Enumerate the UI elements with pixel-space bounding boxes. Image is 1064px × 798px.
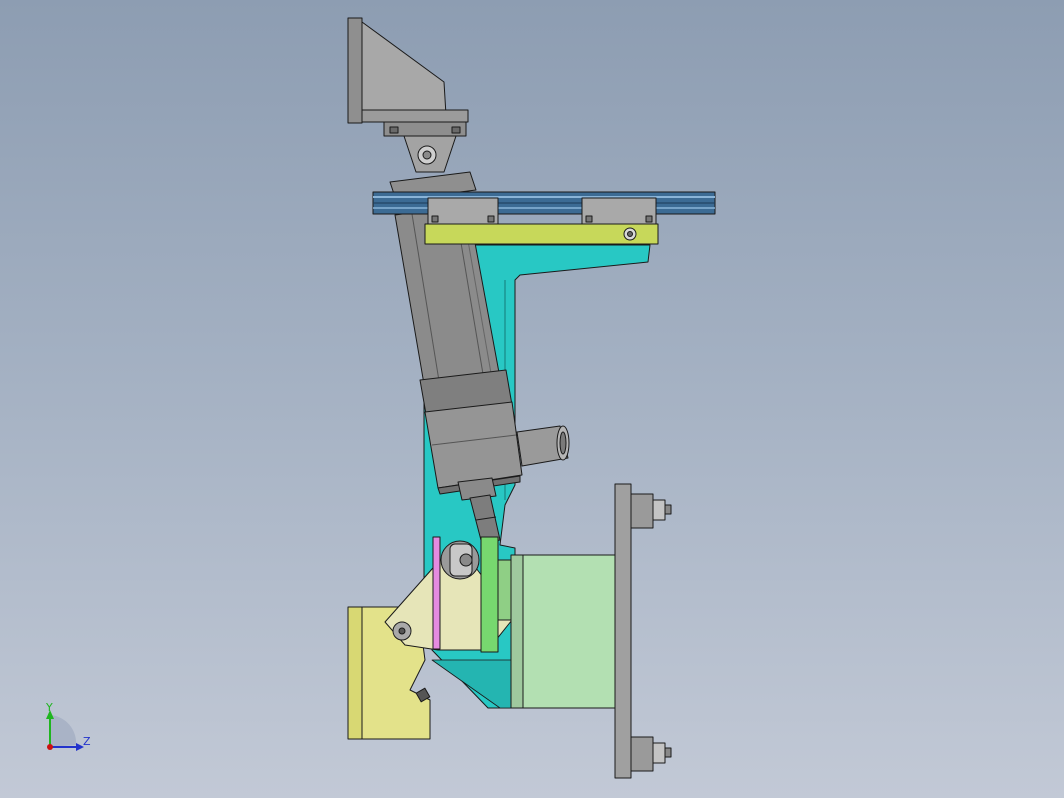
coordinate-triad: Y Z (45, 701, 91, 751)
linear-guide-rail (372, 191, 716, 215)
axis-label-z: Z (83, 735, 91, 748)
rail-carriage-right (581, 197, 657, 225)
cad-viewport[interactable]: Y Z (0, 0, 1064, 798)
pink-pad (432, 536, 441, 650)
leveling-foot-bottom (630, 736, 672, 772)
leveling-foot-top (630, 493, 672, 529)
axis-label-y: Y (45, 701, 53, 714)
assembly-drawing: Y Z (45, 17, 716, 779)
roller-wheel (440, 540, 480, 580)
motor-side-connector (516, 425, 570, 467)
yellow-green-plate (424, 223, 659, 245)
vertical-mount-plate (614, 483, 632, 779)
top-mount-bracket (347, 17, 469, 137)
rail-carriage-left (427, 197, 499, 225)
top-pivot-clevis (389, 135, 477, 201)
light-green-housing (510, 554, 616, 709)
